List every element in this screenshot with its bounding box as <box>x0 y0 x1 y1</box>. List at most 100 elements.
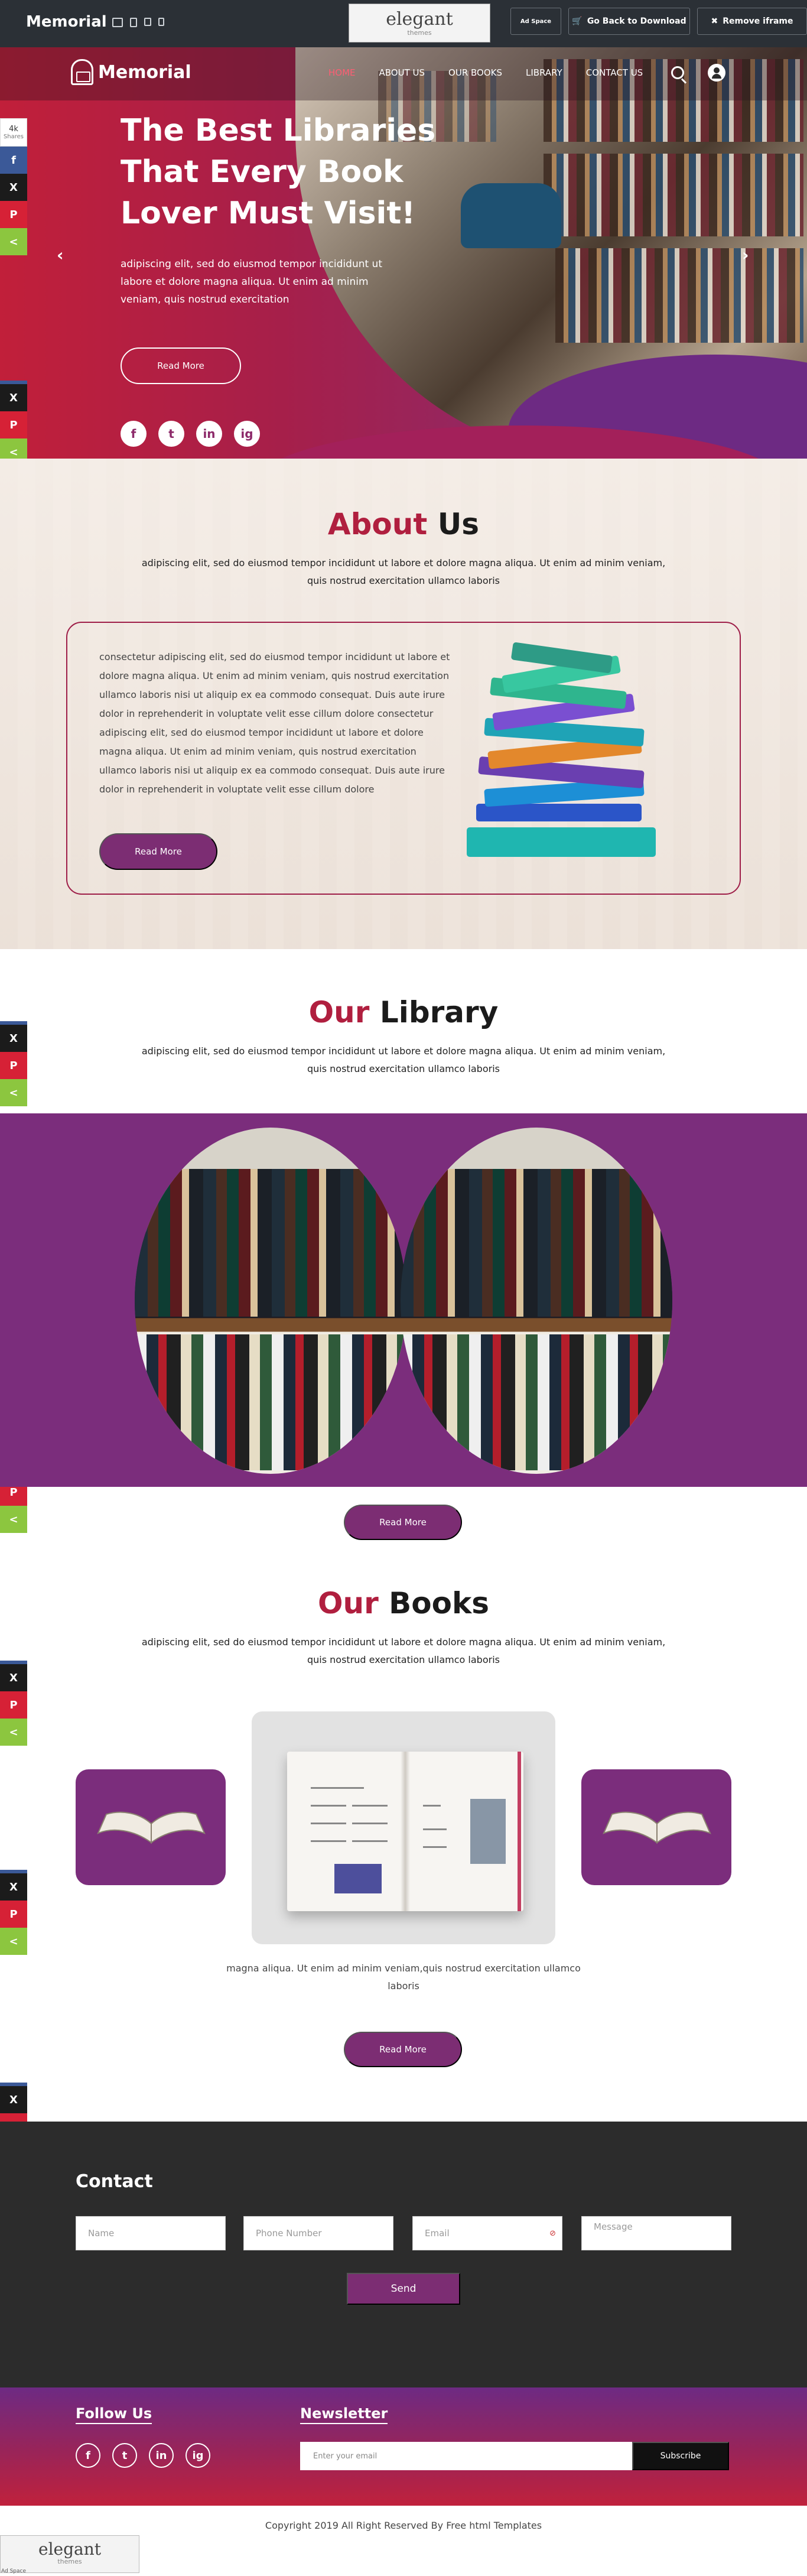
email-placeholder: Email <box>425 2228 450 2239</box>
hero-text: adipiscing elit, sed do eiusmod tempor i… <box>121 258 382 306</box>
share-bar: X P < <box>0 1870 27 1955</box>
twitter-share-icon[interactable]: X <box>0 174 27 201</box>
about-body: consectetur adipiscing elit, sed do eius… <box>99 651 450 795</box>
bottom-ad-banner[interactable]: elegant themes <box>0 2535 139 2573</box>
nav-contact-us[interactable]: CONTACT US <box>586 67 643 78</box>
linkedin-icon[interactable]: in <box>196 421 222 447</box>
carousel-next-arrow[interactable]: › <box>742 245 749 265</box>
library-title-dark: Library <box>379 995 499 1029</box>
send-button[interactable]: Send <box>347 2273 460 2305</box>
preview-toolbar: Memorial elegant themes Ad Space 🛒 Go Ba… <box>0 0 807 47</box>
site-logo[interactable]: Memorial <box>71 59 191 85</box>
twitter-icon[interactable]: t <box>158 421 184 447</box>
pinterest-share-icon[interactable]: P <box>0 411 27 438</box>
name-field[interactable]: Name <box>76 2216 226 2250</box>
brand-name: Memorial <box>98 61 191 83</box>
user-icon[interactable] <box>708 64 725 82</box>
remove-iframe-label: Remove iframe <box>723 17 793 26</box>
open-book-icon <box>92 1806 210 1847</box>
tablet-landscape-icon[interactable] <box>130 18 137 27</box>
library-logo-icon <box>71 59 93 85</box>
books-read-more-button[interactable]: Read More <box>344 2032 462 2067</box>
tablet-portrait-icon[interactable] <box>144 18 151 26</box>
share-bar: X P < <box>0 1021 27 1106</box>
template-title: Memorial <box>26 13 107 31</box>
contact-section <box>0 2122 807 2387</box>
ad-space-button[interactable]: Ad Space <box>510 8 561 35</box>
books-caption: magna aliqua. Ut enim ad minim veniam,qu… <box>226 1963 581 1992</box>
phone-field[interactable]: Phone Number <box>243 2216 393 2250</box>
nav-links: HOME ABOUT US OUR BOOKS LIBRARY CONTACT … <box>328 67 643 78</box>
about-read-more-button[interactable]: Read More <box>99 833 217 870</box>
pinterest-share-icon[interactable]: P <box>0 1691 27 1719</box>
share-icon[interactable]: < <box>0 1079 27 1106</box>
go-back-label: Go Back to Download <box>587 17 686 26</box>
elegant-themes-logo: elegant <box>38 2539 101 2559</box>
message-field[interactable]: Message <box>581 2216 731 2250</box>
device-switcher <box>112 18 164 27</box>
mobile-icon[interactable] <box>158 18 164 26</box>
share-icon[interactable]: < <box>0 1928 27 1955</box>
nav-about-us[interactable]: ABOUT US <box>379 67 425 78</box>
required-icon: ⊘ <box>549 2229 556 2238</box>
about-title-red: About <box>327 507 428 541</box>
share-icon[interactable]: < <box>0 228 27 255</box>
about-title-dark: Us <box>437 507 480 541</box>
nav-library[interactable]: LIBRARY <box>526 67 562 78</box>
contact-title: Contact <box>76 2171 153 2192</box>
library-read-more-button[interactable]: Read More <box>344 1505 462 1540</box>
library-shelf-image-left <box>135 1128 406 1474</box>
nav-our-books[interactable]: OUR BOOKS <box>448 67 502 78</box>
facebook-icon[interactable]: f <box>76 2443 100 2468</box>
ad-banner[interactable]: elegant themes <box>349 4 490 43</box>
linkedin-icon[interactable]: in <box>149 2443 174 2468</box>
search-icon[interactable] <box>671 66 684 79</box>
ad-logo-sub: themes <box>407 29 432 37</box>
share-bar: 4k Shares f X P < <box>0 118 27 255</box>
facebook-share-icon[interactable]: f <box>0 147 27 174</box>
carousel-prev-arrow[interactable]: ‹ <box>57 245 64 265</box>
instagram-icon[interactable]: ig <box>186 2443 210 2468</box>
instagram-icon[interactable]: ig <box>234 421 260 447</box>
share-count-value: 4k <box>9 125 18 134</box>
facebook-icon[interactable]: f <box>121 421 147 447</box>
share-count: 4k Shares <box>0 118 27 147</box>
about-title: About Us <box>0 507 807 541</box>
close-icon: ✖ <box>711 17 718 26</box>
twitter-share-icon[interactable]: X <box>0 1664 27 1691</box>
book-card-right[interactable] <box>581 1769 731 1885</box>
twitter-share-icon[interactable]: X <box>0 384 27 411</box>
ad-space-label: Ad Space <box>1 2568 26 2574</box>
ad-logo-sub: themes <box>57 2558 82 2565</box>
book-card-left[interactable] <box>76 1769 226 1885</box>
pinterest-share-icon[interactable]: P <box>0 1052 27 1079</box>
email-field[interactable]: Email ⊘ <box>412 2216 562 2250</box>
books-title: Our Books <box>0 1586 807 1620</box>
pinterest-share-icon[interactable]: P <box>0 201 27 228</box>
follow-us-title: Follow Us <box>76 2405 152 2424</box>
newsletter-email-input[interactable]: Enter your email <box>300 2442 632 2470</box>
share-count-label: Shares <box>3 134 24 140</box>
share-icon[interactable]: < <box>0 1719 27 1746</box>
cart-icon: 🛒 <box>572 17 583 26</box>
go-back-download-button[interactable]: 🛒 Go Back to Download <box>568 8 690 35</box>
share-icon[interactable]: < <box>0 1506 27 1533</box>
nav-home[interactable]: HOME <box>328 67 356 78</box>
pinterest-share-icon[interactable]: P <box>0 1901 27 1928</box>
library-title: Our Library <box>0 995 807 1029</box>
subscribe-button[interactable]: Subscribe <box>632 2442 729 2470</box>
hero-read-more-button[interactable]: Read More <box>121 347 241 384</box>
books-title-red: Our <box>317 1586 379 1620</box>
twitter-icon[interactable]: t <box>112 2443 137 2468</box>
share-bar: X P < <box>0 1661 27 1746</box>
remove-iframe-button[interactable]: ✖ Remove iframe <box>697 8 807 35</box>
twitter-share-icon[interactable]: X <box>0 1873 27 1901</box>
hero-section <box>0 47 807 459</box>
desktop-icon[interactable] <box>112 18 123 27</box>
hero-social-links: f t in ig <box>121 421 260 447</box>
newsletter-title: Newsletter <box>300 2405 388 2424</box>
book-card-featured[interactable] <box>252 1711 555 1944</box>
twitter-share-icon[interactable]: X <box>0 2086 27 2113</box>
elegant-themes-logo: elegant <box>386 9 453 30</box>
library-shelf-image-right <box>401 1128 672 1474</box>
